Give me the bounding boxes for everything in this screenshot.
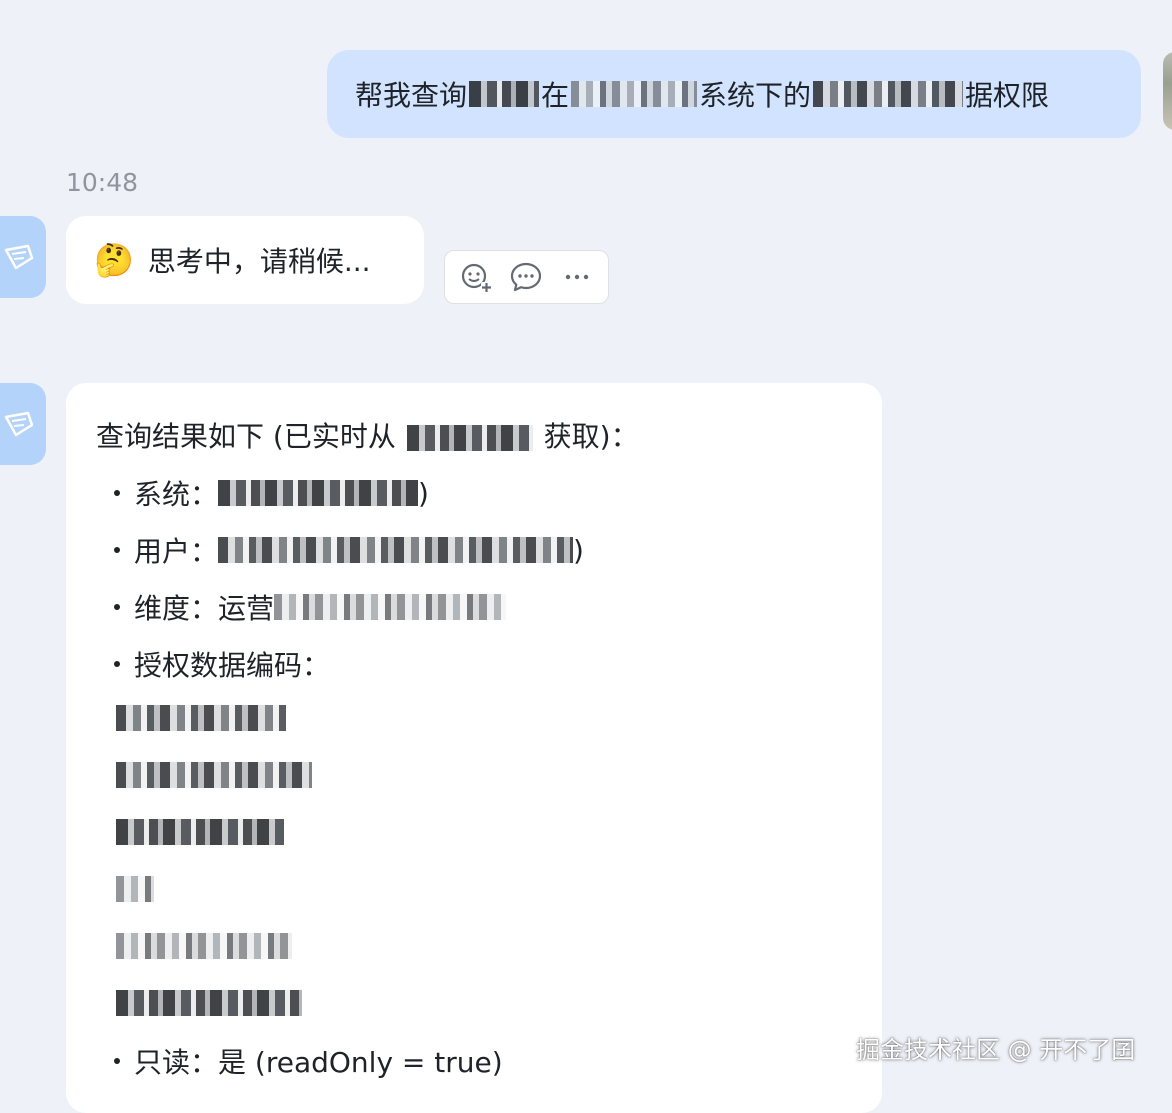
reply-comment-icon <box>511 262 542 292</box>
result-message-bubble: 查询结果如下 (已实时从 获取)： 系统： ) 用户： ) 维度： 运营 授权数… <box>66 383 882 1113</box>
bot-avatar-2[interactable] <box>0 383 46 465</box>
redacted-code <box>116 990 302 1016</box>
redacted-source <box>406 425 533 451</box>
outgoing-text-part-4: 据权限 <box>965 79 1050 112</box>
readonly-label: 只读： <box>134 1046 219 1079</box>
add-reaction-button[interactable] <box>456 257 496 297</box>
redacted-code <box>116 705 286 731</box>
code-row <box>116 705 286 731</box>
code-row <box>116 990 302 1016</box>
add-reaction-icon <box>462 263 493 293</box>
thinking-face-icon: 🤔 <box>94 241 134 279</box>
outgoing-text-part-1: 帮我查询 <box>355 79 468 112</box>
more-icon <box>565 274 589 280</box>
user-tail: ) <box>573 533 584 567</box>
result-title: 查询结果如下 (已实时从 获取)： <box>96 415 639 455</box>
redacted-code <box>116 762 312 788</box>
redacted-code <box>116 876 154 902</box>
bullet <box>114 661 120 667</box>
result-title-suffix: 获取)： <box>543 420 639 453</box>
dimension-item: 维度： 运营 <box>114 587 507 627</box>
bullet <box>114 490 120 496</box>
codes-label: 授权数据编码： <box>134 649 331 682</box>
redacted-name <box>469 81 540 107</box>
bot-avatar[interactable] <box>0 216 46 298</box>
code-row <box>116 819 284 845</box>
bullet <box>114 547 120 553</box>
system-item: 系统： ) <box>114 473 429 513</box>
redacted-code <box>116 933 292 959</box>
thinking-text: 思考中，请稍候... <box>147 245 371 278</box>
readonly-item: 只读： 是 (readOnly = true) <box>114 1041 503 1081</box>
bullet <box>114 604 120 610</box>
redacted-code <box>116 819 284 845</box>
user-avatar[interactable] <box>1163 52 1172 130</box>
user-label: 用户： <box>134 535 219 568</box>
dimension-value: 运营 <box>218 592 275 625</box>
more-options-button[interactable] <box>557 257 597 297</box>
system-tail: ) <box>418 476 429 510</box>
redacted-system-value <box>218 480 419 506</box>
reply-button[interactable] <box>506 257 546 297</box>
result-title-prefix: 查询结果如下 (已实时从 <box>96 420 396 453</box>
redacted-dimension <box>813 81 964 107</box>
outgoing-text-part-2: 在 <box>541 79 570 112</box>
watermark: 掘金技术社区 @ 开不了囝 <box>856 1036 1136 1064</box>
outgoing-message-bubble: 帮我查询 在 系统下的 据权限 <box>327 50 1141 138</box>
readonly-value: 是 (readOnly = true) <box>218 1046 503 1079</box>
bullet <box>114 1058 120 1064</box>
codes-item: 授权数据编码： <box>114 644 330 684</box>
code-row <box>116 762 312 788</box>
system-label: 系统： <box>134 478 219 511</box>
thinking-message-bubble: 🤔 思考中，请稍候... <box>66 216 424 304</box>
bot-logo-icon <box>4 411 34 437</box>
message-action-bar <box>444 250 609 304</box>
dimension-label: 维度： <box>134 592 219 625</box>
outgoing-text-part-3: 系统下的 <box>699 79 812 112</box>
redacted-dimension-value <box>274 594 507 620</box>
user-item: 用户： ) <box>114 530 584 570</box>
code-row <box>116 876 154 902</box>
redacted-user-value <box>218 537 574 563</box>
redacted-system <box>571 81 698 107</box>
bot-logo-icon <box>4 244 34 270</box>
message-timestamp: 10:48 <box>66 168 139 197</box>
code-row <box>116 933 292 959</box>
